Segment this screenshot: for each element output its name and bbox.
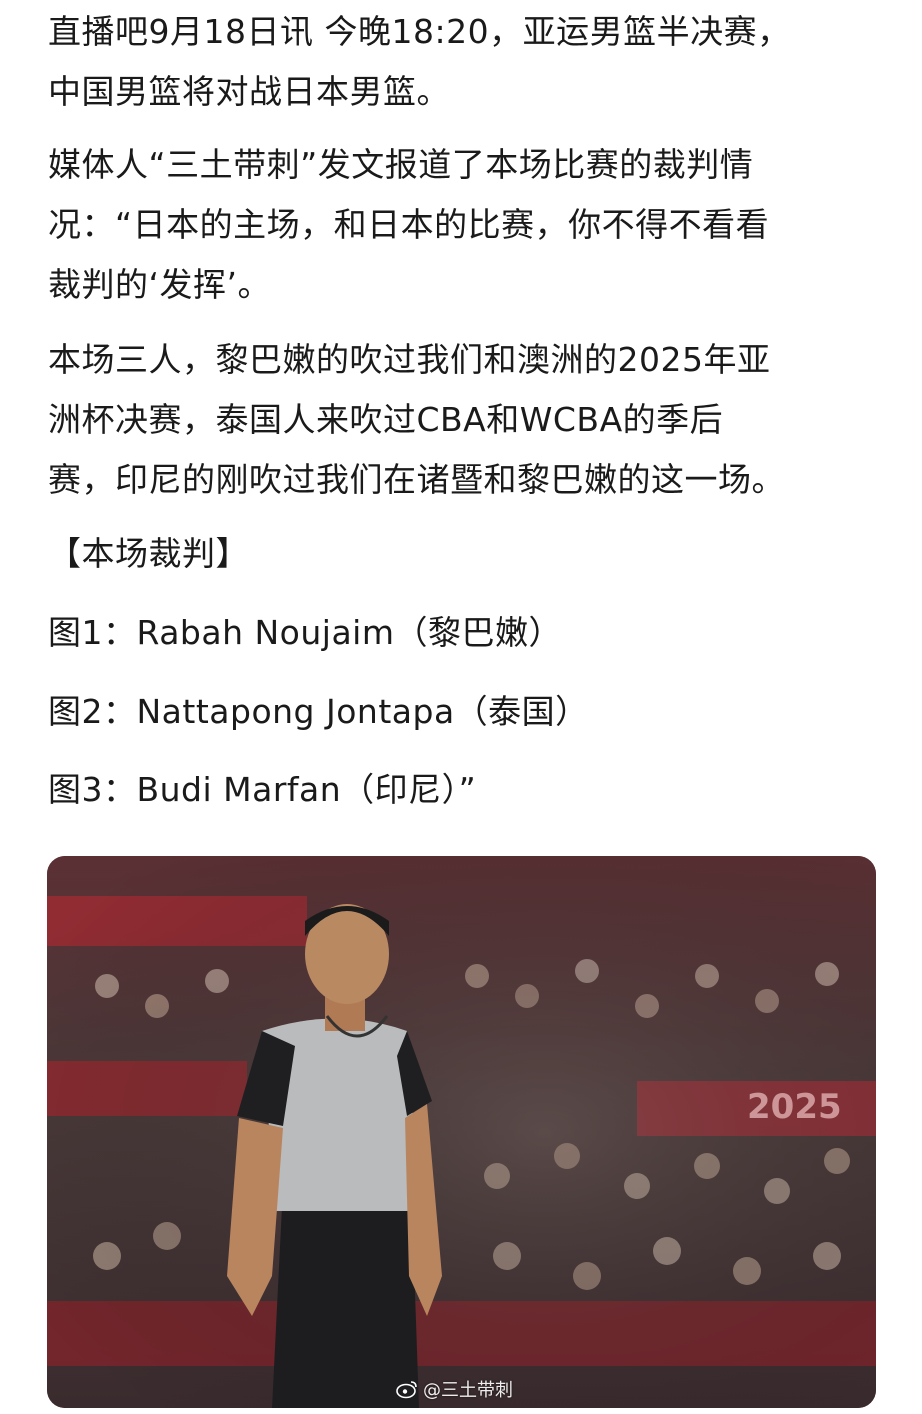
paragraph-intro: 直播吧9月18日讯 今晚18:20，亚运男篮半决赛， 中国男篮将对战日本男篮。 (48, 12, 791, 111)
paragraph-quote: 媒体人“三土带刺”发文报道了本场比赛的裁判情 况：“日本的主场，和日本的比赛，你… (48, 145, 770, 304)
paragraph-referees-background: 本场三人，黎巴嫩的吹过我们和澳洲的2025年亚 洲杯决赛，泰国人来吹过CBA和W… (48, 340, 785, 499)
referee-item-2: 图2：Nattapong Jontapa（泰国） (48, 692, 589, 731)
banner-year-text: 2025 (747, 1087, 842, 1127)
referee-item-3: 图3：Budi Marfan（印尼）” (48, 770, 477, 809)
referee-photo[interactable]: 2025 (47, 856, 876, 1408)
referees-heading: 【本场裁判】 (48, 534, 249, 573)
watermark-text: @三土带刺 (423, 1380, 513, 1401)
weibo-watermark: @三土带刺 (395, 1376, 513, 1402)
referee-item-1: 图1：Rabah Noujaim（黎巴嫩） (48, 613, 562, 652)
weibo-icon (396, 1381, 417, 1399)
